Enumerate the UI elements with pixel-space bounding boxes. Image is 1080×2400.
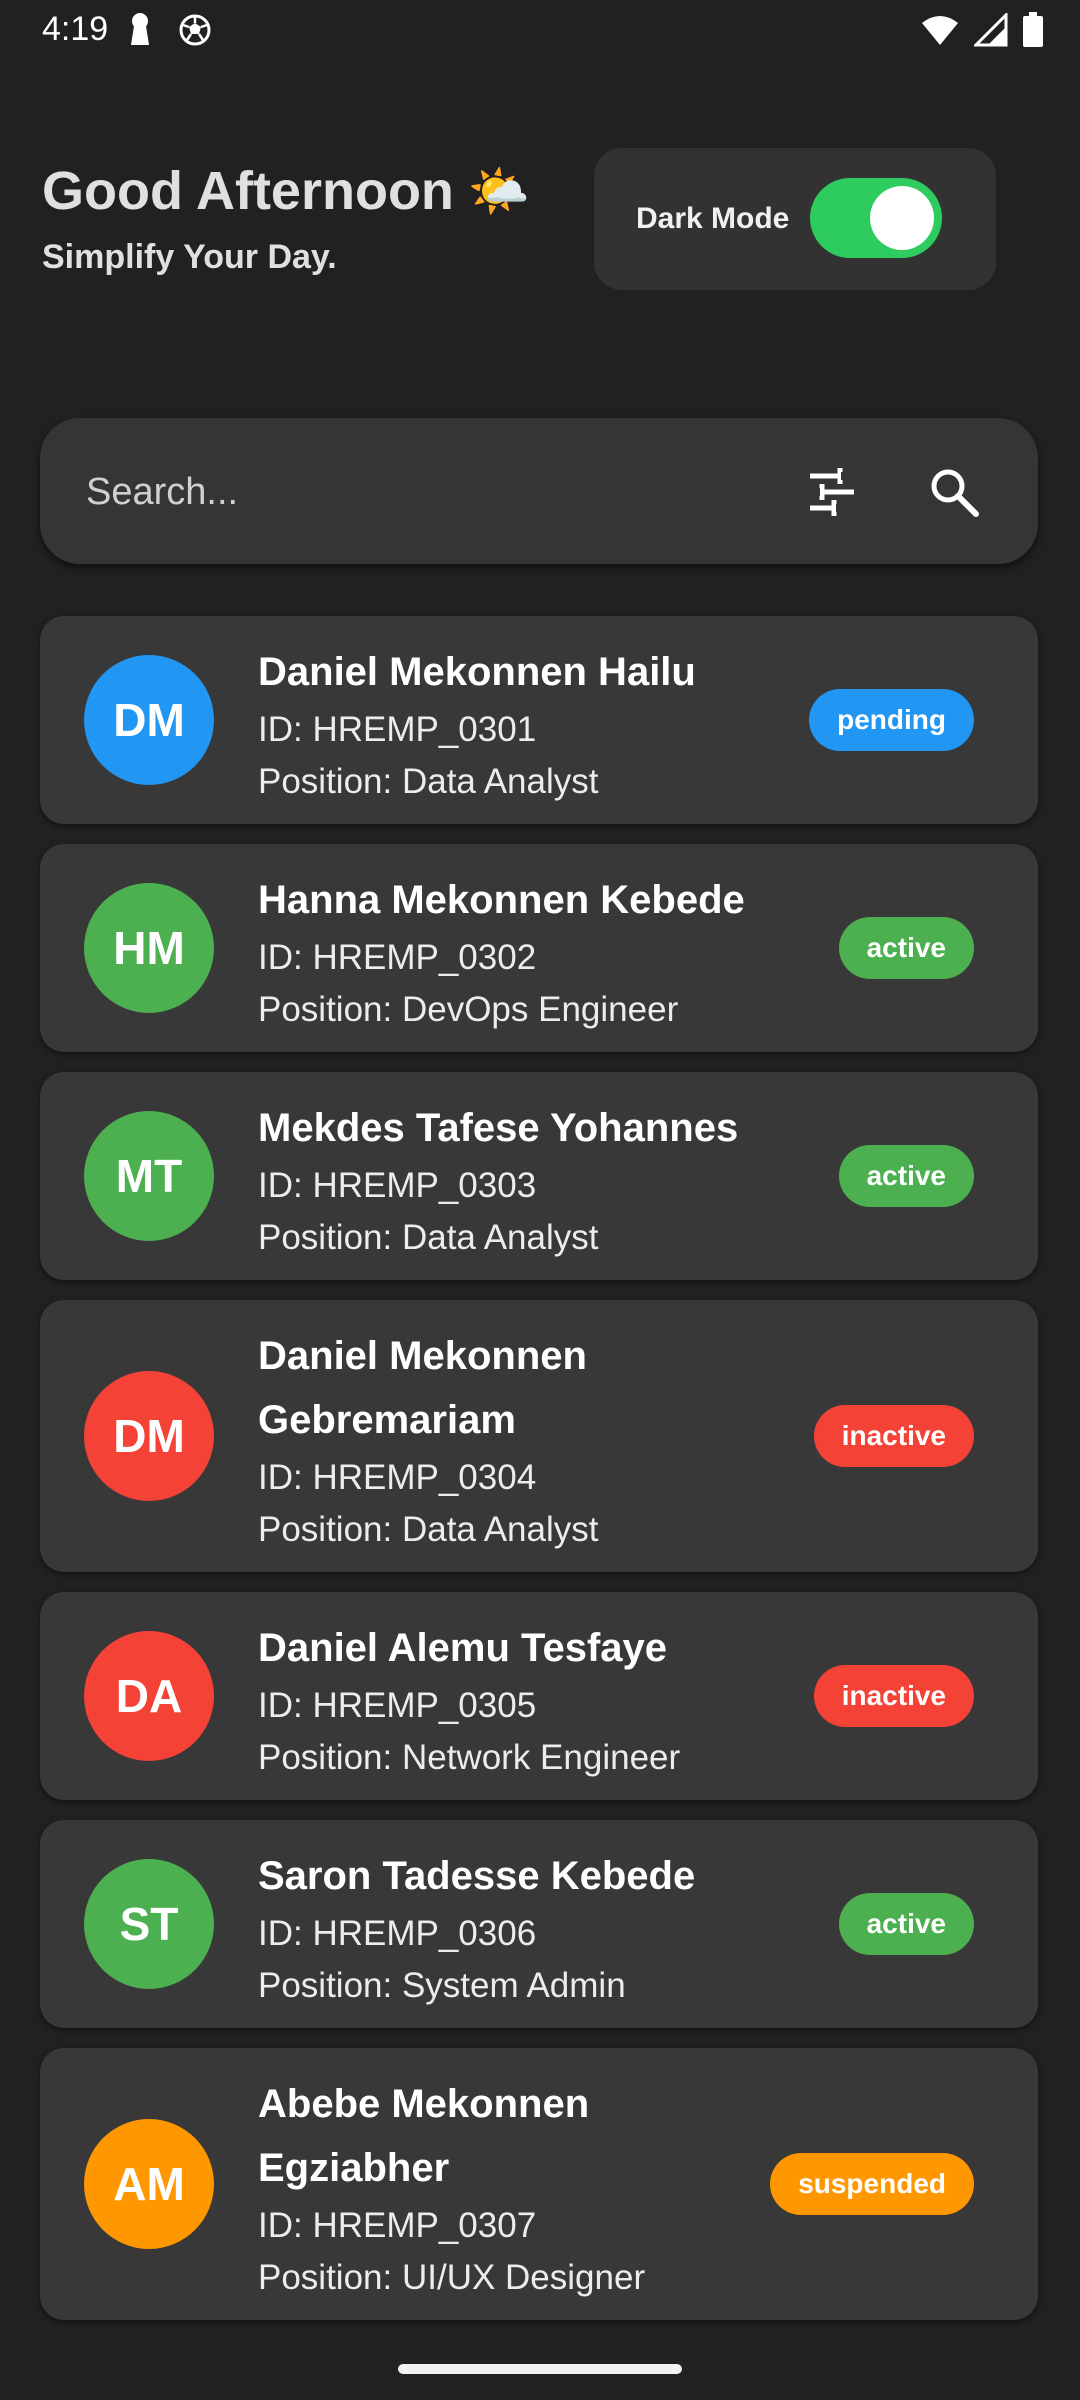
status-badge: active	[838, 1893, 974, 1955]
employee-name: Daniel Mekonnen Hailu	[258, 650, 696, 694]
status-right-icons	[920, 12, 1044, 48]
dark-mode-toggle[interactable]	[810, 178, 942, 258]
employee-name: Mekdes Tafese Yohannes	[258, 1106, 739, 1150]
greeting-text: Good Afternoon	[42, 161, 454, 221]
employee-card[interactable]: HM Hanna Mekonnen Kebede ID: HREMP_0302 Pos…	[40, 844, 1038, 1052]
employee-id: ID: HREMP_0305	[258, 1686, 537, 1725]
employee-id: ID: HREMP_0301	[258, 710, 537, 749]
status-badge: suspended	[770, 2153, 974, 2215]
sliders-icon[interactable]	[802, 462, 862, 522]
employee-card[interactable]: ST Saron Tadesse Kebede ID: HREMP_0306 Posi…	[40, 1820, 1038, 2028]
employee-name: Saron Tadesse Kebede	[258, 1854, 696, 1898]
employee-name: Daniel Alemu Tesfaye	[258, 1626, 668, 1670]
employee-list: DM Daniel Mekonnen Hailu ID: HREMP_0301 Pos…	[40, 616, 1038, 2340]
employee-id: ID: HREMP_0304	[258, 1458, 537, 1497]
toggle-knob	[870, 186, 934, 250]
status-time: 4:19	[42, 10, 109, 48]
avatar: MT	[84, 1111, 214, 1241]
status-badge: inactive	[813, 1405, 974, 1467]
avatar: DM	[84, 1371, 214, 1501]
status-badge: active	[838, 917, 974, 979]
employee-info: Saron Tadesse Kebede ID: HREMP_0306 Positi…	[258, 1844, 798, 2012]
tagline: Simplify Your Day.	[42, 238, 337, 276]
dark-mode-label: Dark Mode	[636, 202, 790, 235]
avatar: DM	[84, 655, 214, 785]
employee-info: Daniel Mekonnen Gebremariam ID: HREMP_030…	[258, 1324, 718, 1556]
employee-id: ID: HREMP_0307	[258, 2206, 537, 2245]
employee-position: Position: System Admin	[258, 1966, 626, 2005]
status-badge: pending	[809, 689, 974, 751]
status-badge: inactive	[813, 1665, 974, 1727]
dark-mode-card: Dark Mode	[594, 148, 996, 290]
employee-info: Daniel Mekonnen Hailu ID: HREMP_0301 Posit…	[258, 640, 798, 808]
soccer-ball-icon	[179, 14, 211, 46]
employee-card[interactable]: DM Daniel Mekonnen Hailu ID: HREMP_0301 Pos…	[40, 616, 1038, 824]
employee-position: Position: UI/UX Designer	[258, 2258, 646, 2297]
employee-card[interactable]: AM Abebe Mekonnen Egziabher ID: HREMP_0307…	[40, 2048, 1038, 2320]
avatar: DA	[84, 1631, 214, 1761]
search-bar	[40, 418, 1038, 564]
status-badge: active	[838, 1145, 974, 1207]
employee-name: Hanna Mekonnen Kebede	[258, 878, 745, 922]
avatar: ST	[84, 1859, 214, 1989]
employee-info: Hanna Mekonnen Kebede ID: HREMP_0302 Posit…	[258, 868, 798, 1036]
status-bar: 4:19	[0, 0, 1080, 62]
status-left-icons	[128, 12, 212, 48]
employee-name: Abebe Mekonnen Egziabher	[258, 2082, 590, 2190]
employee-card[interactable]: MT Mekdes Tafese Yohannes ID: HREMP_0303 Po…	[40, 1072, 1038, 1280]
employee-position: Position: Data Analyst	[258, 762, 599, 801]
employee-position: Position: Data Analyst	[258, 1218, 599, 1257]
avatar: AM	[84, 2119, 214, 2249]
employee-name: Daniel Mekonnen Gebremariam	[258, 1334, 587, 1442]
sun-behind-cloud-icon: 🌤️	[467, 162, 531, 219]
employee-card[interactable]: DA Daniel Alemu Tesfaye ID: HREMP_0305 Posi…	[40, 1592, 1038, 1800]
employee-id: ID: HREMP_0302	[258, 938, 537, 977]
keyhole-icon	[131, 13, 149, 45]
employee-info: Abebe Mekonnen Egziabher ID: HREMP_0307 Po…	[258, 2072, 718, 2304]
employee-position: Position: Data Analyst	[258, 1510, 599, 1549]
employee-position: Position: DevOps Engineer	[258, 990, 679, 1029]
search-input[interactable]	[84, 458, 788, 526]
employee-id: ID: HREMP_0306	[258, 1914, 537, 1953]
employee-info: Daniel Alemu Tesfaye ID: HREMP_0305 Positi…	[258, 1616, 798, 1784]
battery-icon	[1023, 12, 1043, 47]
cell-signal-icon	[974, 13, 1008, 47]
employee-id: ID: HREMP_0303	[258, 1166, 537, 1205]
greeting: Good Afternoon 🌤️	[42, 160, 530, 222]
wifi-icon	[922, 16, 958, 45]
employee-card[interactable]: DM Daniel Mekonnen Gebremariam ID: HREMP_0…	[40, 1300, 1038, 1572]
gesture-nav-handle[interactable]	[398, 2364, 682, 2374]
employee-info: Mekdes Tafese Yohannes ID: HREMP_0303 Posi…	[258, 1096, 798, 1264]
avatar: HM	[84, 883, 214, 1013]
search-icon[interactable]	[924, 462, 984, 522]
employee-position: Position: Network Engineer	[258, 1738, 681, 1777]
